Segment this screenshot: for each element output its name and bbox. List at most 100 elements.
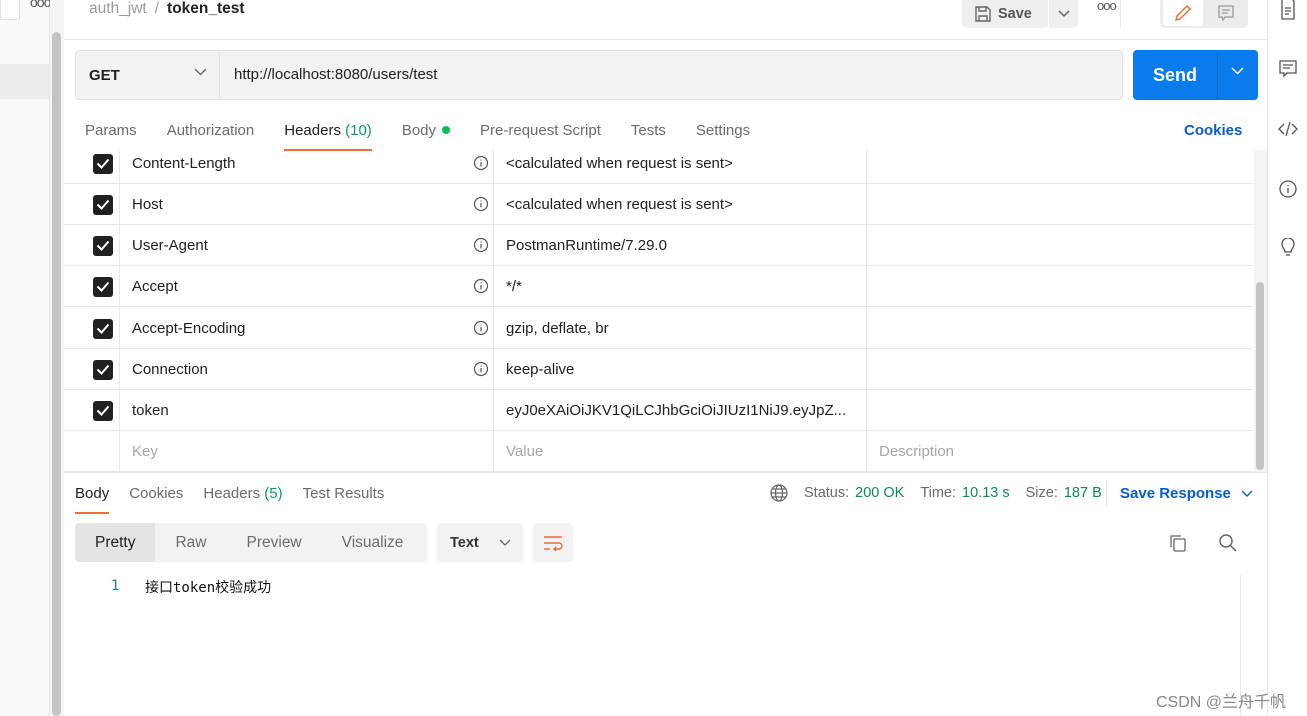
header-value-text: keep-alive bbox=[506, 361, 575, 378]
view-visualize[interactable]: Visualize bbox=[322, 523, 424, 562]
header-key[interactable]: Host bbox=[120, 184, 494, 225]
header-key[interactable]: Accept-Encoding bbox=[120, 308, 494, 349]
header-row: Connection keep-alive bbox=[64, 349, 1253, 390]
save-response-button[interactable]: Save Response bbox=[1120, 485, 1253, 502]
info-icon[interactable] bbox=[473, 196, 489, 212]
view-raw[interactable]: Raw bbox=[155, 523, 226, 562]
new-key-input[interactable]: Key bbox=[120, 431, 494, 472]
new-value-input[interactable]: Value bbox=[494, 431, 867, 472]
info-icon[interactable] bbox=[473, 320, 489, 336]
time-value[interactable]: 10.13 s bbox=[962, 485, 1010, 501]
edit-mode-button[interactable] bbox=[1163, 0, 1203, 26]
tab-params[interactable]: Params bbox=[85, 122, 137, 139]
save-button[interactable]: Save bbox=[962, 0, 1048, 28]
checkbox[interactable] bbox=[93, 400, 113, 421]
tab-response-body[interactable]: Body bbox=[75, 485, 110, 514]
tab-authorization[interactable]: Authorization bbox=[167, 122, 255, 139]
lightbulb-icon[interactable] bbox=[1278, 238, 1298, 258]
checkbox[interactable] bbox=[93, 153, 113, 174]
tab-pre-request-script[interactable]: Pre-request Script bbox=[480, 122, 601, 139]
view-pretty[interactable]: Pretty bbox=[75, 523, 156, 562]
header-key[interactable]: token bbox=[120, 390, 494, 431]
breadcrumb-collection[interactable]: auth_jwt bbox=[89, 0, 147, 17]
new-description-input[interactable]: Description bbox=[867, 431, 1253, 472]
info-icon[interactable] bbox=[1278, 179, 1298, 199]
tab-response-cookies[interactable]: Cookies bbox=[129, 485, 183, 502]
view-preview[interactable]: Preview bbox=[227, 523, 322, 562]
header-value[interactable]: <calculated when request is sent> bbox=[494, 150, 867, 184]
checkbox[interactable] bbox=[93, 194, 113, 215]
header-description[interactable] bbox=[867, 308, 1253, 349]
document-icon[interactable] bbox=[1278, 0, 1298, 20]
info-icon[interactable] bbox=[473, 278, 489, 294]
header-description[interactable] bbox=[867, 150, 1253, 184]
header-value[interactable]: keep-alive bbox=[494, 349, 867, 390]
tab-settings[interactable]: Settings bbox=[696, 122, 750, 139]
tab-label: Test Results bbox=[302, 485, 385, 502]
chevron-down-icon[interactable] bbox=[1231, 67, 1244, 75]
code-icon[interactable] bbox=[1278, 119, 1298, 139]
info-icon[interactable] bbox=[473, 361, 489, 377]
save-dropdown-button[interactable] bbox=[1049, 0, 1078, 28]
tab-headers[interactable]: Headers (10) bbox=[284, 122, 372, 151]
url-input[interactable]: http://localhost:8080/users/test bbox=[234, 66, 437, 83]
checkbox[interactable] bbox=[93, 318, 113, 339]
response-tabs: Body Cookies Headers (5) Test Results bbox=[75, 485, 385, 514]
checkbox[interactable] bbox=[93, 276, 113, 297]
send-button[interactable]: Send bbox=[1133, 50, 1258, 100]
size-value[interactable]: 187 B bbox=[1064, 485, 1102, 501]
tab-count: (5) bbox=[264, 485, 283, 502]
sidebar-scrollbar-thumb[interactable] bbox=[52, 32, 61, 716]
header-row: Content-Length <calculated when request … bbox=[64, 150, 1253, 184]
header-key[interactable]: User-Agent bbox=[120, 225, 494, 266]
header-value-text: <calculated when request is sent> bbox=[506, 196, 733, 213]
info-icon[interactable] bbox=[473, 155, 489, 171]
tab-body[interactable]: Body bbox=[402, 122, 451, 139]
cookies-link[interactable]: Cookies bbox=[1184, 122, 1242, 139]
comments-icon[interactable] bbox=[1278, 59, 1298, 79]
header-key[interactable]: Accept bbox=[120, 266, 494, 307]
tab-tests[interactable]: Tests bbox=[631, 122, 666, 139]
copy-icon[interactable] bbox=[1168, 533, 1188, 553]
breadcrumb-separator: / bbox=[154, 0, 160, 17]
header-description[interactable] bbox=[867, 349, 1253, 390]
globe-icon[interactable] bbox=[770, 484, 788, 502]
save-label: Save bbox=[998, 6, 1032, 22]
tab-label: Body bbox=[75, 485, 110, 502]
header-description[interactable] bbox=[867, 266, 1253, 307]
header-description[interactable] bbox=[867, 184, 1253, 225]
status-value[interactable]: 200 OK bbox=[855, 485, 904, 501]
breadcrumb-request[interactable]: token_test bbox=[167, 0, 245, 17]
header-value[interactable]: <calculated when request is sent> bbox=[494, 184, 867, 225]
comment-mode-button[interactable] bbox=[1206, 0, 1246, 26]
sidebar-selected-item[interactable] bbox=[0, 64, 49, 99]
search-icon[interactable] bbox=[1218, 533, 1238, 553]
header-value[interactable]: */* bbox=[494, 266, 867, 307]
format-label: Text bbox=[450, 534, 479, 551]
header-row: Accept-Encoding gzip, deflate, br bbox=[64, 308, 1253, 349]
headers-scrollbar-thumb[interactable] bbox=[1256, 282, 1264, 470]
header-description[interactable] bbox=[867, 225, 1253, 266]
info-icon[interactable] bbox=[473, 237, 489, 253]
sidebar-search-box[interactable] bbox=[0, 0, 20, 20]
header-key-text: Host bbox=[132, 196, 163, 213]
save-icon bbox=[975, 6, 991, 22]
tab-response-headers[interactable]: Headers (5) bbox=[203, 485, 282, 502]
wrap-lines-button[interactable] bbox=[533, 523, 573, 562]
format-select[interactable]: Text bbox=[437, 523, 523, 562]
header-value[interactable]: PostmanRuntime/7.29.0 bbox=[494, 225, 867, 266]
checkbox[interactable] bbox=[93, 359, 113, 380]
sidebar-more-icon[interactable]: ooo bbox=[30, 0, 51, 10]
header-value[interactable]: gzip, deflate, br bbox=[494, 308, 867, 349]
header-value[interactable]: eyJ0eXAiOiJKV1QiLCJhbGciOiJIUzI1NiJ9.eyJ… bbox=[494, 390, 867, 431]
pencil-icon bbox=[1174, 4, 1192, 22]
header-key[interactable]: Connection bbox=[120, 349, 494, 390]
response-body-editor[interactable]: 1 接口token校验成功 bbox=[64, 575, 1240, 716]
header-row: Host <calculated when request is sent> bbox=[64, 184, 1253, 225]
checkbox[interactable] bbox=[93, 235, 113, 256]
header-value-text: eyJ0eXAiOiJKV1QiLCJhbGciOiJIUzI1NiJ9.eyJ… bbox=[506, 402, 847, 419]
tab-test-results[interactable]: Test Results bbox=[303, 485, 385, 502]
header-key[interactable]: Content-Length bbox=[120, 150, 494, 184]
more-options-icon[interactable]: ooo bbox=[1097, 0, 1117, 13]
header-description[interactable] bbox=[867, 390, 1253, 431]
